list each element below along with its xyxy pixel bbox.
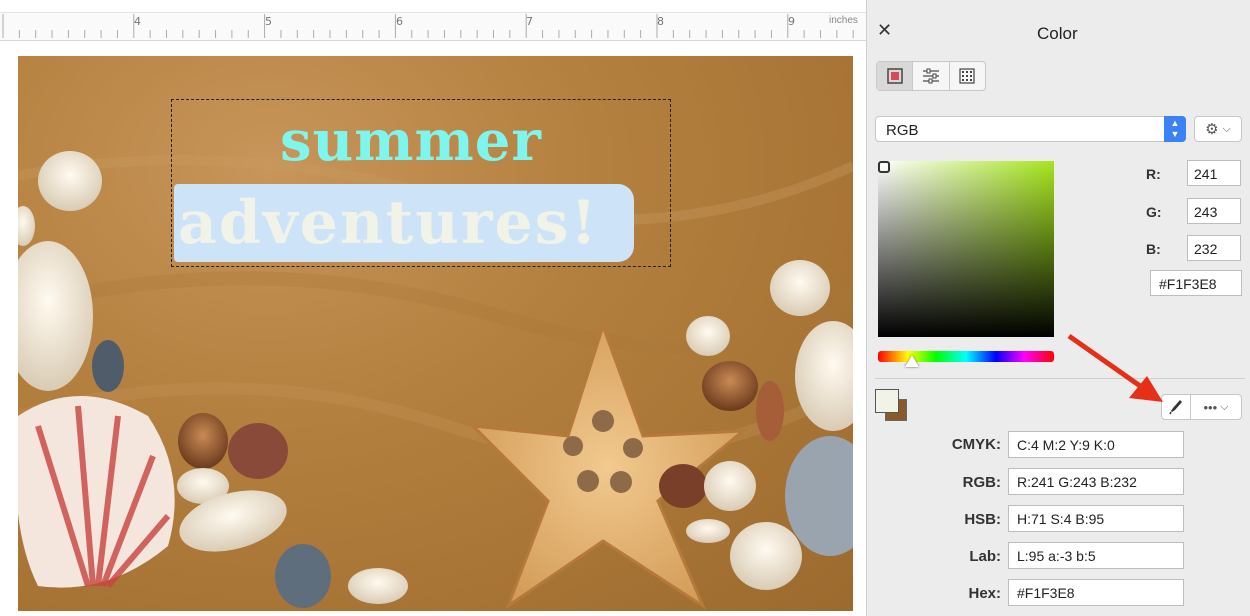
r-label: R: [1146, 166, 1161, 182]
close-icon[interactable]: ✕ [877, 20, 892, 41]
fill-stroke-swatch[interactable] [875, 389, 907, 421]
rgb-label: RGB: [962, 474, 1001, 491]
panel-divider [875, 378, 1245, 379]
hsb-field[interactable]: H:71 S:4 B:95 [1008, 505, 1184, 532]
color-palettes-tab[interactable] [950, 62, 985, 90]
ruler-units: inches [829, 15, 858, 26]
lab-label: Lab: [969, 548, 1001, 565]
g-value-field[interactable]: 243 [1187, 198, 1241, 224]
color-model-value: RGB [886, 122, 919, 139]
color-mode-tabs [876, 61, 986, 91]
ruler-number: 7 [526, 15, 533, 28]
color-panel: ✕ Color RGB ▲ ▼ ⚙ ⌵ R: 241 G: 243 B: 232 … [866, 0, 1250, 616]
chevron-down-icon: ⌵ [1222, 122, 1231, 135]
r-value-field[interactable]: 241 [1187, 160, 1241, 186]
ruler-number: 6 [396, 15, 403, 28]
picker-handle[interactable] [878, 161, 890, 173]
annotation-arrow-icon [1067, 333, 1163, 402]
color-palettes-icon [959, 68, 975, 84]
panel-header: ✕ Color [867, 0, 1250, 50]
lab-field[interactable]: L:95 a:-3 b:5 [1008, 542, 1184, 569]
ruler-number: 4 [134, 15, 141, 28]
color-viewers-icon [886, 68, 903, 84]
fill-swatch[interactable] [875, 389, 899, 413]
select-arrows-icon: ▲ ▼ [1164, 116, 1186, 142]
gear-icon: ⚙ [1205, 121, 1219, 138]
color-options-button[interactable]: ⚙ ⌵ [1194, 116, 1242, 142]
more-icon: ••• [1203, 399, 1218, 415]
cmyk-field[interactable]: C:4 M:2 Y:9 K:0 [1008, 431, 1184, 458]
color-viewers-tab[interactable] [877, 62, 914, 90]
saturation-brightness-picker[interactable] [878, 161, 1054, 337]
ruler-number: 8 [657, 15, 664, 28]
beach-photo[interactable]: summer adventures! [18, 56, 853, 611]
panel-title: Color [1037, 24, 1078, 43]
color-sliders-tab[interactable] [913, 62, 950, 90]
horizontal-ruler[interactable]: 4 5 6 7 8 9 inches [0, 0, 866, 41]
ruler-number: 5 [265, 15, 272, 28]
b-label: B: [1146, 241, 1161, 257]
selection-marquee[interactable] [171, 99, 671, 267]
hex-value-field[interactable]: #F1F3E8 [1008, 579, 1184, 606]
color-model-select[interactable]: RGB ▲ ▼ [875, 116, 1186, 142]
more-options-button[interactable]: ••• ⌵ [1190, 394, 1242, 420]
hue-slider-handle[interactable] [905, 355, 919, 367]
b-value-field[interactable]: 232 [1187, 235, 1241, 261]
document-canvas[interactable]: summer adventures! [0, 41, 866, 616]
g-label: G: [1146, 204, 1162, 220]
ruler-number: 9 [788, 15, 795, 28]
hsb-label: HSB: [964, 511, 1001, 528]
ruler-ticks [2, 14, 854, 38]
rgb-field[interactable]: R:241 G:243 B:232 [1008, 468, 1184, 495]
chevron-down-icon: ⌵ [1220, 400, 1229, 413]
hex-label: Hex: [968, 585, 1001, 602]
color-sliders-icon [922, 68, 939, 84]
cmyk-label: CMYK: [951, 436, 1001, 453]
hex-field[interactable]: #F1F3E8 [1150, 270, 1242, 296]
